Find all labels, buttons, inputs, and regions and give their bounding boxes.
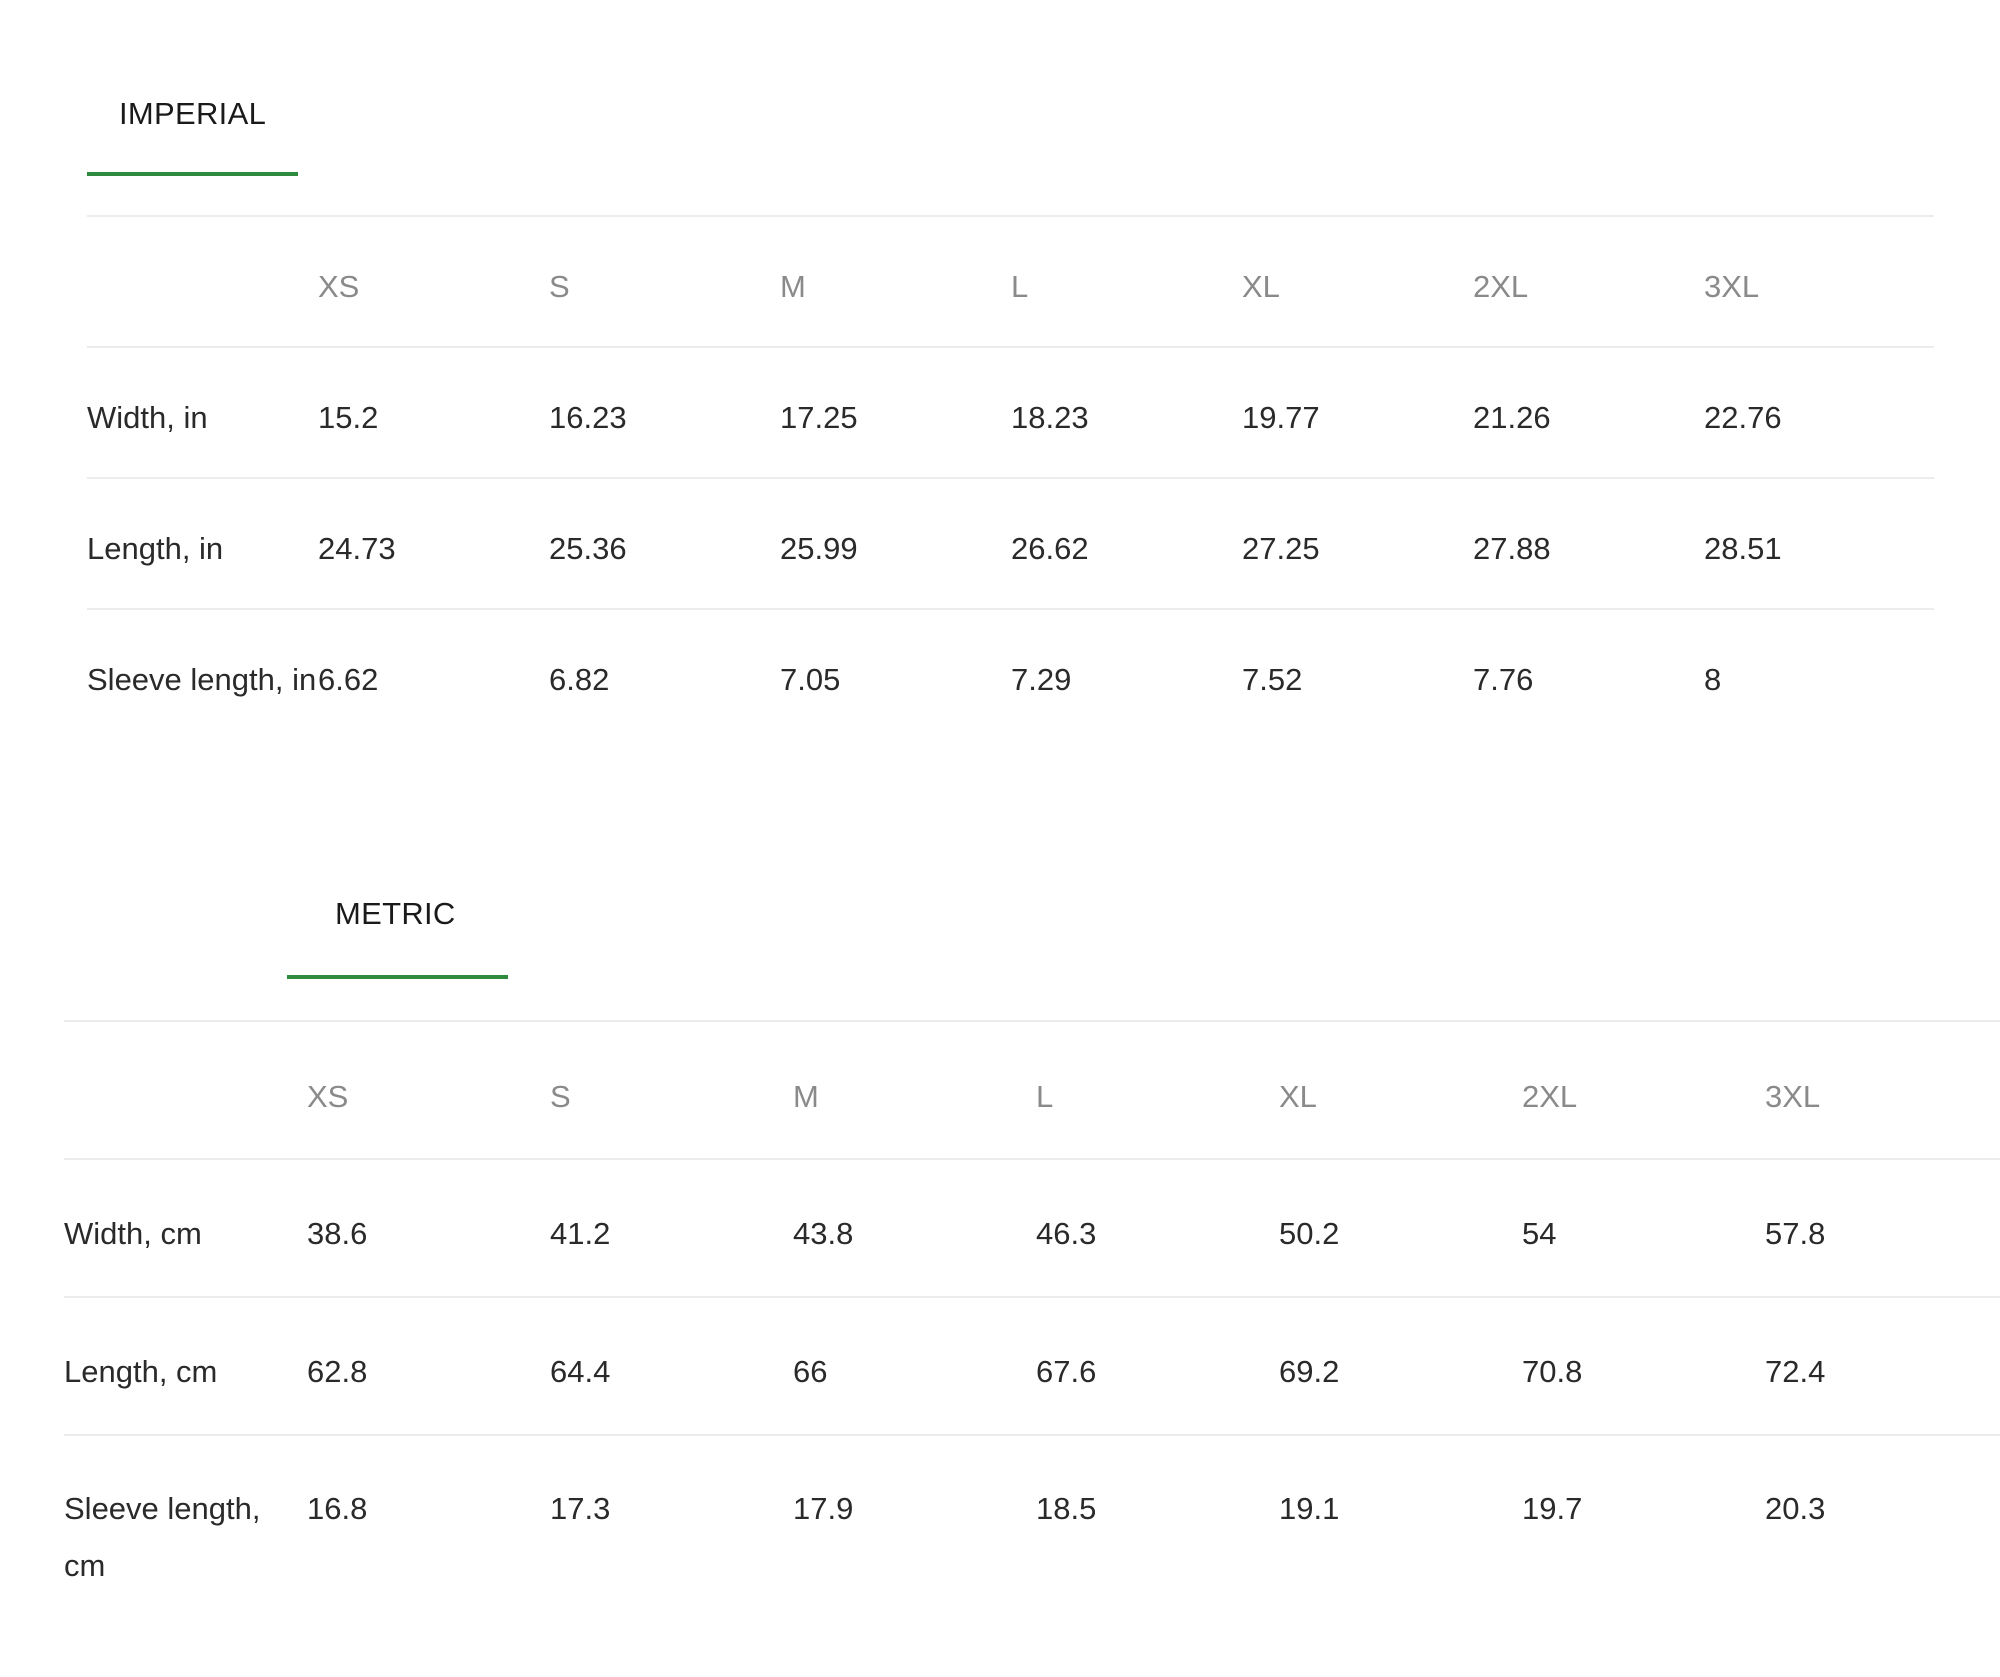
row-divider — [87, 346, 1934, 348]
imperial-tab-divider — [87, 215, 1934, 217]
table-cell: 19.1 — [1279, 1491, 1340, 1526]
imperial-size-header: XS — [318, 269, 360, 304]
imperial-size-header: 2XL — [1473, 269, 1529, 304]
table-cell: 6.82 — [549, 662, 610, 697]
table-cell: 22.76 — [1704, 400, 1782, 435]
table-cell: 18.5 — [1036, 1491, 1097, 1526]
table-cell: 66 — [793, 1354, 828, 1389]
table-row: Sleeve length, in 6.62 6.82 7.05 7.29 7.… — [87, 651, 1935, 708]
table-cell: 50.2 — [1279, 1216, 1340, 1251]
imperial-size-header: S — [549, 269, 570, 304]
tab-metric[interactable]: METRIC — [335, 896, 456, 932]
table-cell: 38.6 — [307, 1216, 368, 1251]
metric-size-header: XS — [307, 1079, 349, 1114]
table-cell: 17.25 — [780, 400, 858, 435]
row-divider — [64, 1296, 2000, 1298]
metric-size-header: L — [1036, 1079, 1054, 1114]
row-divider — [87, 608, 1934, 610]
table-cell: 28.51 — [1704, 531, 1782, 566]
table-cell: 19.7 — [1522, 1491, 1583, 1526]
table-cell: 54 — [1522, 1216, 1557, 1251]
table-cell: 24.73 — [318, 531, 396, 566]
table-row: Length, in 24.73 25.36 25.99 26.62 27.25… — [87, 520, 1935, 577]
imperial-size-header: XL — [1242, 269, 1280, 304]
row-label: Length, cm — [64, 1354, 218, 1389]
row-divider — [64, 1434, 2000, 1436]
row-label: Width, cm — [64, 1216, 202, 1251]
table-cell: 57.8 — [1765, 1216, 1826, 1251]
table-cell: 21.26 — [1473, 400, 1551, 435]
metric-size-header: 3XL — [1765, 1079, 1821, 1114]
table-cell: 67.6 — [1036, 1354, 1097, 1389]
metric-size-header: S — [550, 1079, 571, 1114]
row-label: Sleeve length, in — [87, 662, 317, 697]
table-cell: 18.23 — [1011, 400, 1089, 435]
table-cell: 43.8 — [793, 1216, 854, 1251]
row-divider — [87, 477, 1934, 479]
table-cell: 26.62 — [1011, 531, 1089, 566]
tab-metric-active-indicator — [287, 975, 508, 979]
row-label: Length, in — [87, 531, 224, 566]
table-cell: 64.4 — [550, 1354, 611, 1389]
table-cell: 27.88 — [1473, 531, 1551, 566]
table-cell: 62.8 — [307, 1354, 368, 1389]
table-cell: 7.29 — [1011, 662, 1072, 697]
table-cell: 7.76 — [1473, 662, 1534, 697]
imperial-size-header: L — [1011, 269, 1029, 304]
row-divider — [64, 1158, 2000, 1160]
table-cell: 70.8 — [1522, 1354, 1583, 1389]
row-label: Width, in — [87, 400, 208, 435]
table-cell: 19.77 — [1242, 400, 1320, 435]
table-cell: 17.9 — [793, 1491, 854, 1526]
table-cell: 27.25 — [1242, 531, 1320, 566]
table-cell: 25.99 — [780, 531, 858, 566]
table-row: Width, in 15.2 16.23 17.25 18.23 19.77 2… — [87, 389, 1935, 446]
tab-imperial[interactable]: IMPERIAL — [119, 96, 266, 132]
table-cell: 69.2 — [1279, 1354, 1340, 1389]
table-cell: 17.3 — [550, 1491, 611, 1526]
table-row: Length, cm 62.8 64.4 66 67.6 69.2 70.8 7… — [64, 1343, 2000, 1400]
table-cell: 25.36 — [549, 531, 627, 566]
metric-tab-divider — [64, 1020, 2000, 1022]
row-label: Sleeve length, cm — [64, 1491, 261, 1583]
imperial-header-row: XS S M L XL 2XL 3XL — [87, 258, 1935, 315]
table-cell: 7.05 — [780, 662, 841, 697]
imperial-size-header: M — [780, 269, 806, 304]
metric-size-header: 2XL — [1522, 1079, 1578, 1114]
table-cell: 15.2 — [318, 400, 379, 435]
metric-size-header: XL — [1279, 1079, 1317, 1114]
table-cell: 8 — [1704, 662, 1722, 697]
table-cell: 16.23 — [549, 400, 627, 435]
table-cell: 16.8 — [307, 1491, 368, 1526]
table-cell: 41.2 — [550, 1216, 611, 1251]
table-row: Sleeve length, cm 16.8 17.3 17.9 18.5 19… — [64, 1480, 2000, 1594]
imperial-size-header: 3XL — [1704, 269, 1760, 304]
table-row: Width, cm 38.6 41.2 43.8 46.3 50.2 54 57… — [64, 1205, 2000, 1262]
table-cell: 46.3 — [1036, 1216, 1097, 1251]
metric-header-row: XS S M L XL 2XL 3XL — [64, 1068, 2000, 1125]
tab-imperial-active-indicator — [87, 172, 298, 176]
metric-size-header: M — [793, 1079, 819, 1114]
table-cell: 20.3 — [1765, 1491, 1826, 1526]
table-cell: 7.52 — [1242, 662, 1303, 697]
table-cell: 6.62 — [318, 662, 379, 697]
table-cell: 72.4 — [1765, 1354, 1826, 1389]
